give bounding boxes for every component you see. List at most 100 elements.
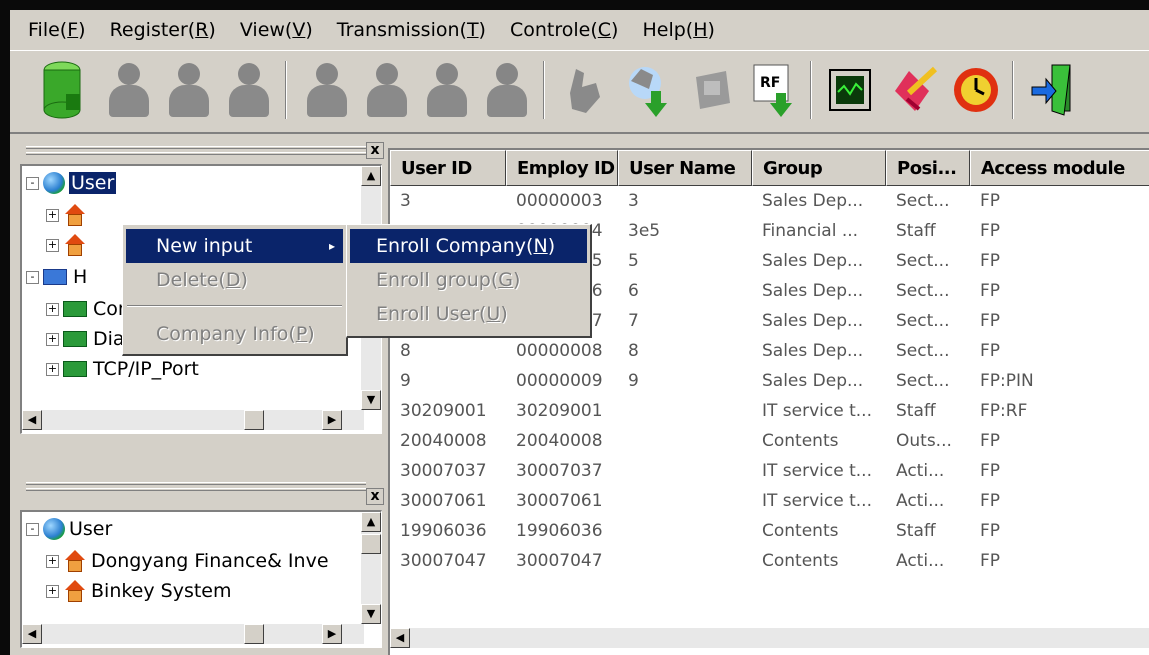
table-row[interactable]: 8 00000008 8 Sales Dep... Sect... FP xyxy=(390,338,1149,364)
group-icon[interactable] xyxy=(480,59,532,121)
panel-grip[interactable] xyxy=(26,488,366,491)
menu-item-delete[interactable]: Delete(D) xyxy=(126,263,343,297)
access-module-cell: FP xyxy=(980,221,1001,241)
scroll-down-icon[interactable]: ▼ xyxy=(361,390,381,410)
close-icon[interactable]: x xyxy=(366,488,384,505)
tool-icon[interactable] xyxy=(888,59,940,121)
exit-icon[interactable] xyxy=(1028,59,1080,121)
horizontal-scrollbar[interactable]: ◀ xyxy=(390,628,1149,648)
persons-icon[interactable] xyxy=(360,59,412,121)
column-header-position[interactable]: Posi... xyxy=(886,150,970,186)
panel-grip[interactable] xyxy=(26,152,366,155)
tree-node-company[interactable]: + xyxy=(46,202,91,228)
table-row[interactable]: 30007037 30007037 IT service t... Acti... FP xyxy=(390,458,1149,484)
download-icon[interactable] xyxy=(622,59,674,121)
scroll-thumb[interactable] xyxy=(244,410,264,430)
access-module-cell: FP:PIN xyxy=(980,371,1034,391)
scroll-up-icon[interactable]: ▲ xyxy=(361,512,381,532)
rf-icon[interactable]: RF xyxy=(748,59,800,121)
person-remove-icon[interactable] xyxy=(222,59,274,121)
scroll-left-icon[interactable]: ◀ xyxy=(22,410,42,430)
column-header-group[interactable]: Group xyxy=(752,150,886,186)
tree-node-company[interactable]: + Binkey System xyxy=(46,578,232,604)
scroll-right-icon[interactable]: ▶ xyxy=(322,410,342,430)
column-header-access-module[interactable]: Access module xyxy=(970,150,1149,186)
menu-register[interactable]: Register(R) xyxy=(110,19,216,41)
menu-view[interactable]: View(V) xyxy=(240,19,313,41)
database-icon[interactable] xyxy=(36,59,88,121)
table-row[interactable]: 30007047 30007047 Contents Acti... FP xyxy=(390,548,1149,574)
group-cell: Sales Dep... xyxy=(762,251,864,271)
access-module-cell: FP xyxy=(980,551,1001,571)
tree-node-user[interactable]: - User xyxy=(26,516,112,542)
tree-node-hardware[interactable]: -H xyxy=(26,264,87,290)
menu-item-enroll-company[interactable]: Enroll Company(N) xyxy=(350,229,587,263)
user-id-cell: 30007047 xyxy=(400,551,487,571)
panel-grip[interactable] xyxy=(26,146,366,149)
group-icon[interactable] xyxy=(420,59,472,121)
user-id-cell: 30007061 xyxy=(400,491,487,511)
vertical-scrollbar[interactable]: ▲ ▼ xyxy=(361,512,381,624)
position-cell: Sect... xyxy=(896,311,950,331)
collapse-icon[interactable]: - xyxy=(26,522,39,536)
position-cell: Acti... xyxy=(896,461,945,481)
scroll-right-icon[interactable]: ▶ xyxy=(322,624,342,644)
hand-icon[interactable] xyxy=(558,59,610,121)
tree-node-user[interactable]: - User xyxy=(26,170,117,196)
table-row[interactable]: 19906036 19906036 Contents Staff FP xyxy=(390,518,1149,544)
scroll-thumb[interactable] xyxy=(361,534,381,554)
scroll-left-icon[interactable]: ◀ xyxy=(22,624,42,644)
clock-icon[interactable] xyxy=(950,59,1002,121)
column-header-user-id[interactable]: User ID xyxy=(390,150,506,186)
position-cell: Sect... xyxy=(896,281,950,301)
tree-node-company[interactable]: + Dongyang Finance& Inve xyxy=(46,548,329,574)
menu-item-company-info[interactable]: Company Info(P) xyxy=(126,317,343,351)
menu-item-enroll-user[interactable]: Enroll User(U) xyxy=(350,297,587,331)
expand-icon[interactable]: + xyxy=(46,302,59,316)
access-module-cell: FP xyxy=(980,491,1001,511)
expand-icon[interactable]: + xyxy=(46,332,59,346)
menu-item-enroll-group[interactable]: Enroll group(G) xyxy=(350,263,587,297)
expand-icon[interactable]: + xyxy=(46,554,59,568)
tree-node-tcpip-port[interactable]: + TCP/IP_Port xyxy=(46,356,199,382)
menu-help[interactable]: Help(H) xyxy=(642,19,714,41)
column-header-employ-id[interactable]: Employ ID xyxy=(506,150,618,186)
collapse-icon[interactable]: - xyxy=(26,176,39,190)
expand-icon[interactable]: + xyxy=(46,208,59,222)
column-header-user-name[interactable]: User Name xyxy=(618,150,752,186)
tree-node-label[interactable]: User xyxy=(69,172,117,194)
expand-icon[interactable]: + xyxy=(46,238,59,252)
add-person-icon[interactable] xyxy=(102,59,154,121)
scroll-up-icon[interactable]: ▲ xyxy=(361,166,381,186)
table-row[interactable]: 30209001 30209001 IT service t... Staff FP:R… xyxy=(390,398,1149,424)
scroll-left-icon[interactable]: ◀ xyxy=(390,628,410,648)
tree-node-company[interactable]: + xyxy=(46,232,91,258)
expand-icon[interactable]: + xyxy=(46,584,59,598)
menu-file[interactable]: File(F) xyxy=(28,19,86,41)
globe-icon xyxy=(43,518,65,540)
table-row[interactable]: 20040008 20040008 Contents Outs... FP xyxy=(390,428,1149,454)
menu-transmission[interactable]: Transmission(T) xyxy=(337,19,486,41)
panel-grip[interactable] xyxy=(26,482,366,485)
table-row[interactable]: 9 00000009 9 Sales Dep... Sect... FP:PIN xyxy=(390,368,1149,394)
document-icon[interactable] xyxy=(686,59,738,121)
horizontal-scrollbar[interactable]: ◀ ▶ xyxy=(22,624,364,644)
user-name-cell: 8 xyxy=(628,341,639,361)
collapse-icon[interactable]: - xyxy=(26,270,39,284)
table-row[interactable]: 30007061 30007061 IT service t... Acti... FP xyxy=(390,488,1149,514)
horizontal-scrollbar[interactable]: ◀ ▶ xyxy=(22,410,364,430)
menu-controle[interactable]: Controle(C) xyxy=(510,19,619,41)
scroll-thumb[interactable] xyxy=(244,624,264,644)
close-icon[interactable]: x xyxy=(366,142,384,159)
scroll-down-icon[interactable]: ▼ xyxy=(361,604,381,624)
user-name-cell: 7 xyxy=(628,311,639,331)
menu-item-new-input[interactable]: New input ▸ xyxy=(126,229,343,263)
person-icon[interactable] xyxy=(162,59,214,121)
monitor-icon[interactable] xyxy=(824,59,876,121)
group-cell: Sales Dep... xyxy=(762,281,864,301)
person-icon[interactable] xyxy=(300,59,352,121)
table-row[interactable]: 3 00000003 3 Sales Dep... Sect... FP xyxy=(390,188,1149,214)
position-cell: Acti... xyxy=(896,551,945,571)
access-module-cell: FP xyxy=(980,341,1001,361)
expand-icon[interactable]: + xyxy=(46,362,59,376)
